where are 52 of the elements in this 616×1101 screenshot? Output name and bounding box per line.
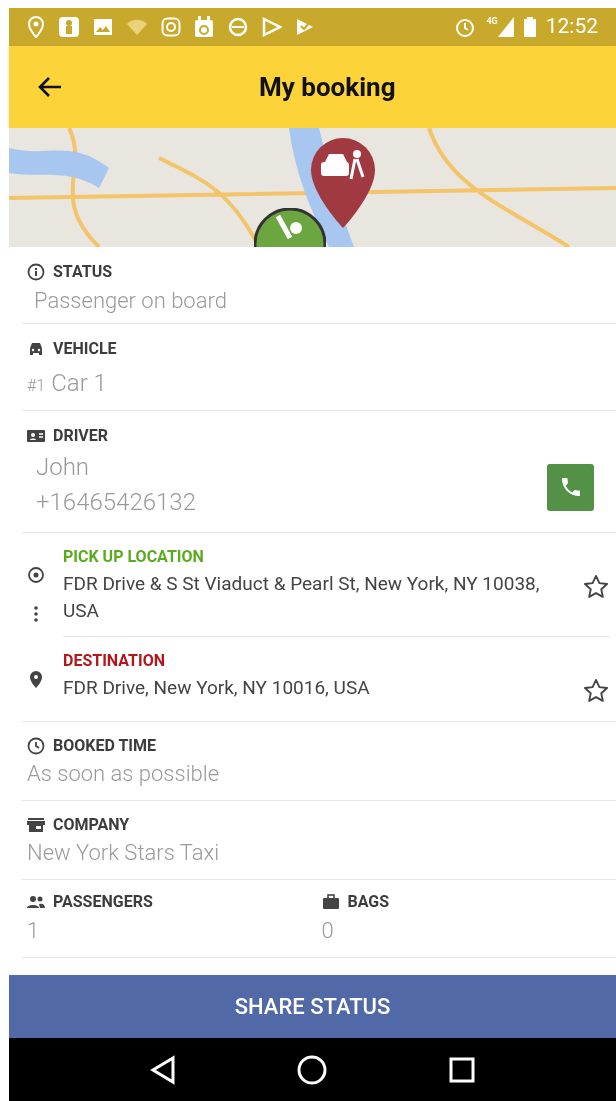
check-flag-icon xyxy=(295,17,315,37)
image-icon xyxy=(93,18,113,36)
section-label: BAGS xyxy=(347,892,390,912)
share-status-button[interactable]: SHARE STATUS xyxy=(9,975,616,1038)
signal-icon xyxy=(497,17,514,37)
network-label: 4G xyxy=(486,17,498,26)
car-marker-icon xyxy=(309,136,377,228)
section-label: BOOKED TIME xyxy=(53,736,156,756)
status-value: Passenger on board xyxy=(34,287,228,315)
dotted-connector-icon xyxy=(34,606,38,622)
pickup-target-icon xyxy=(27,566,45,584)
section-label: DRIVER xyxy=(53,426,109,446)
alarm-icon xyxy=(454,16,477,38)
section-label: STATUS xyxy=(53,262,113,282)
clock-time: 12:52 xyxy=(545,13,598,41)
back-arrow-icon xyxy=(37,75,63,99)
storefront-icon xyxy=(27,816,45,834)
section-label: PASSENGERS xyxy=(53,892,153,912)
favorite-star-button[interactable] xyxy=(582,573,610,601)
screen-title: My booking xyxy=(259,70,396,104)
vehicle-name: Car 1 xyxy=(51,368,107,399)
id-card-icon xyxy=(27,427,45,445)
car-icon xyxy=(27,340,45,358)
info-icon xyxy=(27,263,45,281)
section-label: COMPANY xyxy=(53,815,130,835)
people-icon xyxy=(27,893,45,911)
section-label: VEHICLE xyxy=(53,339,117,359)
route-label: PICK UP LOCATION xyxy=(63,547,205,567)
back-triangle-icon[interactable] xyxy=(149,1054,176,1085)
company-name: New York Stars Taxi xyxy=(27,839,221,867)
address-text: FDR Drive, New York, NY 10016, USA xyxy=(63,675,371,701)
camera-icon xyxy=(161,17,181,37)
home-circle-icon[interactable] xyxy=(297,1054,328,1085)
route-label: DESTINATION xyxy=(63,651,166,671)
bags-count: 0 xyxy=(321,917,335,945)
passenger-marker-icon xyxy=(254,208,326,247)
recents-square-icon[interactable] xyxy=(449,1056,476,1083)
address-text: FDR Drive & S St Viaduct & Pearl St, New York, NY 10038, USA xyxy=(63,571,541,624)
battery-icon xyxy=(523,17,536,37)
location-pin-icon xyxy=(27,16,45,38)
clock-icon xyxy=(27,737,45,755)
driver-name: John xyxy=(36,452,91,483)
wifi-icon xyxy=(126,18,148,36)
call-button[interactable] xyxy=(547,463,594,511)
passenger-count: 1 xyxy=(27,917,41,945)
briefcase-icon xyxy=(321,893,340,911)
location-pin-icon xyxy=(27,670,45,688)
favorite-star-button[interactable] xyxy=(582,677,610,705)
booked-time-value: As soon as possible xyxy=(27,760,221,788)
driver-phone: +16465426132 xyxy=(36,487,196,518)
play-icon xyxy=(262,17,282,37)
vehicle-number: #1 xyxy=(27,375,46,397)
